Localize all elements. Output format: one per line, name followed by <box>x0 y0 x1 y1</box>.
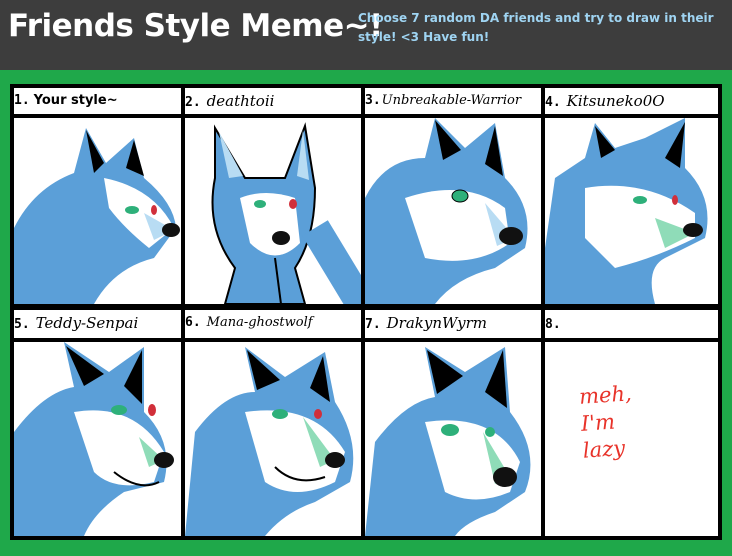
cell-5-label: 5. Teddy-Senpai <box>14 310 181 338</box>
cell-6-number: 6. <box>185 315 201 330</box>
wolf-head-illustration <box>545 118 708 304</box>
cell-1-label: 1. Your style~ <box>14 88 181 114</box>
cell-3-name: Unbreakable-Warrior <box>381 93 522 108</box>
cell-4-artwork <box>545 118 718 304</box>
wolf-head-illustration <box>14 128 180 304</box>
lazy-note: meh, I'm lazy <box>578 381 633 463</box>
cell-3-artwork <box>365 118 541 304</box>
cell-2-artwork <box>185 118 361 304</box>
cell-1-name: Your style~ <box>33 93 118 108</box>
cell-5-artwork <box>14 342 181 536</box>
wolf-head-illustration <box>211 122 361 304</box>
page-subtitle: Choose 7 random DA friends and try to dr… <box>358 11 714 44</box>
cell-6-name: Mana-ghostwolf <box>206 315 313 330</box>
wolf-head-illustration <box>365 347 531 536</box>
cell-5-number: 5. <box>14 317 30 332</box>
meme-grid: 1. Your style~ 2. deathtoii 3.Unbreakable-… <box>10 84 722 540</box>
cell-1-number: 1. <box>14 93 30 108</box>
cell-6-artwork <box>185 342 361 536</box>
cell-5-name: Teddy-Senpai <box>35 314 139 332</box>
cell-7-label: 7. DrakynWyrm <box>365 310 541 338</box>
cell-6-label: 6. Mana-ghostwolf <box>185 310 361 338</box>
cell-2-name: deathtoii <box>206 92 275 110</box>
wolf-head-illustration <box>14 342 174 536</box>
cell-4-name: Kitsuneko0O <box>566 92 665 110</box>
cell-4-number: 4. <box>545 95 561 110</box>
cell-7-name: DrakynWyrm <box>386 314 487 332</box>
header-bar: Friends Style Meme~! Choose 7 random DA … <box>0 0 732 70</box>
page-title: Friends Style Meme~! <box>8 8 383 44</box>
wolf-head-illustration <box>185 347 354 536</box>
cell-3-number: 3. <box>365 93 381 108</box>
cell-2-number: 2. <box>185 95 201 110</box>
cell-3-label: 3.Unbreakable-Warrior <box>365 88 541 114</box>
cell-2-label: 2. deathtoii <box>185 88 361 114</box>
cell-4-label: 4. Kitsuneko0O <box>545 88 718 114</box>
cell-1-artwork <box>14 118 181 304</box>
cell-8-label: 8. <box>545 310 718 338</box>
cell-7-artwork <box>365 342 541 536</box>
cell-8-artwork: meh, I'm lazy <box>545 342 718 536</box>
wolf-head-illustration <box>365 118 528 304</box>
cell-8-number: 8. <box>545 317 561 332</box>
cell-7-number: 7. <box>365 317 381 332</box>
